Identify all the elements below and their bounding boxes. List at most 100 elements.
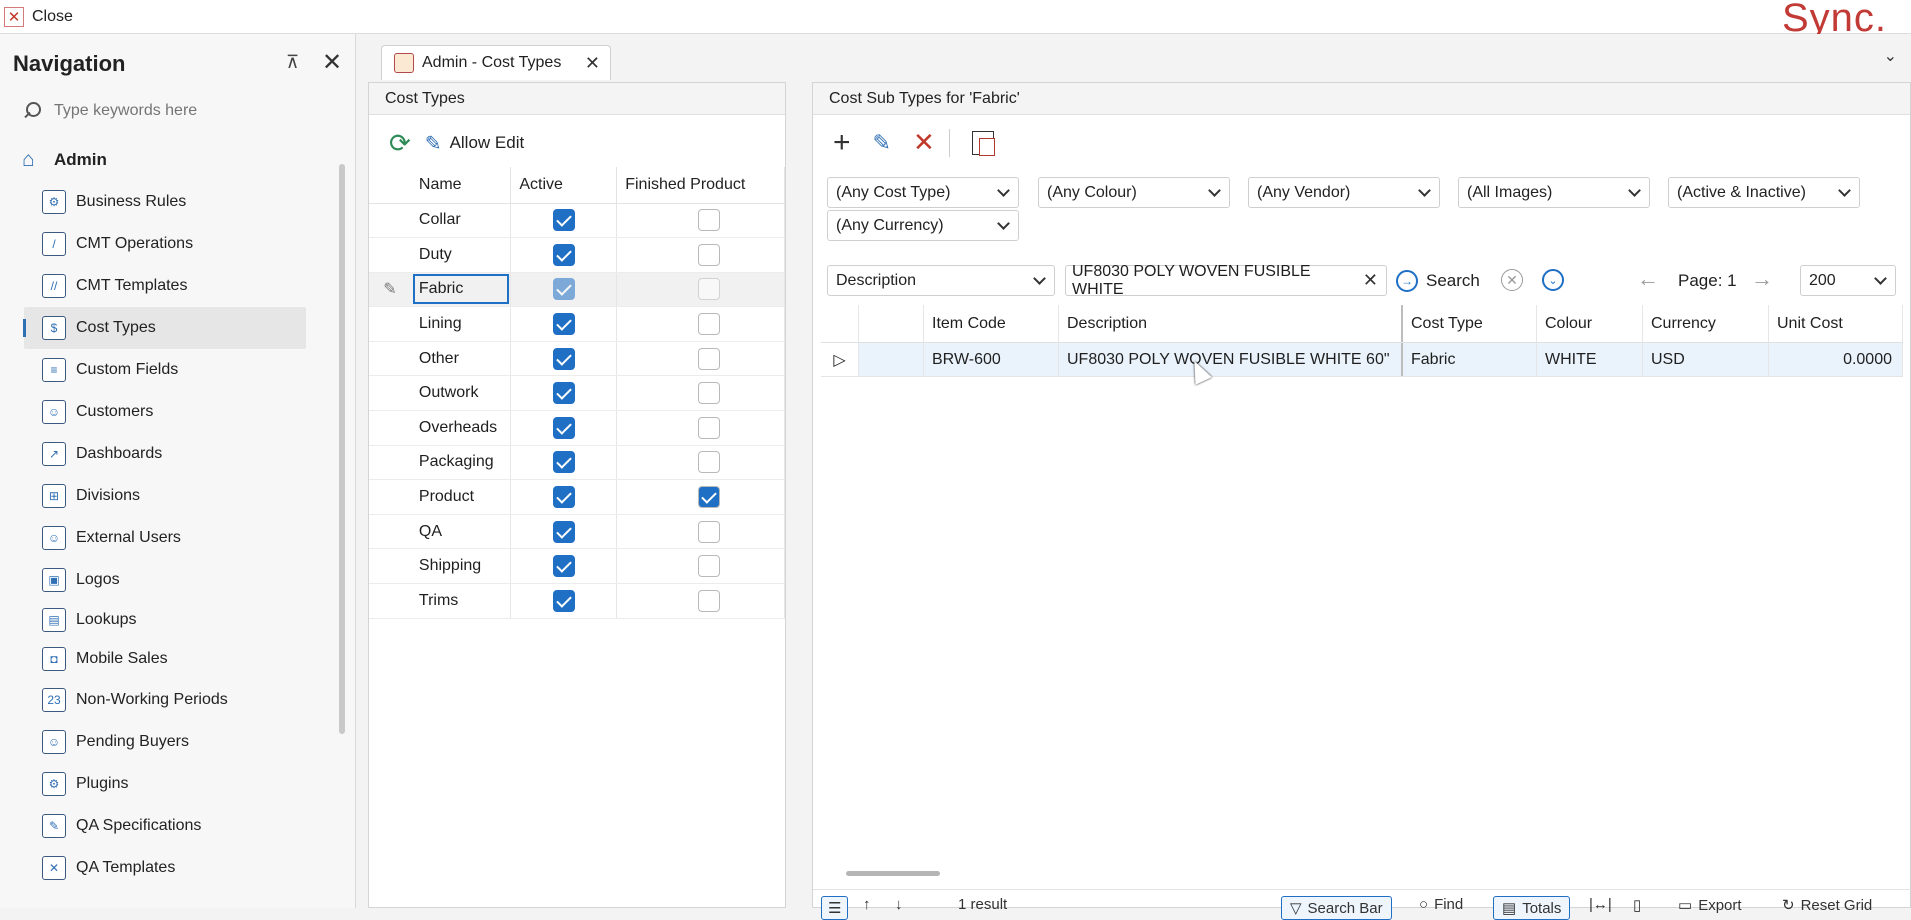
list-view-icon[interactable]: ☰: [821, 896, 849, 920]
clear-filters-icon[interactable]: ✕: [1501, 269, 1523, 291]
nav-search[interactable]: [22, 97, 342, 125]
pin-icon[interactable]: ⊼: [286, 52, 299, 73]
nav-item-cmt-templates[interactable]: // CMT Templates: [0, 265, 340, 307]
totals-button[interactable]: ▤ Totals: [1493, 896, 1571, 920]
tab-admin-cost-types[interactable]: Admin - Cost Types ✕: [381, 45, 611, 80]
active-checkbox[interactable]: [553, 486, 576, 509]
nav-item-customers[interactable]: ☺ Customers: [0, 391, 340, 433]
move-down-icon[interactable]: ↓: [895, 896, 903, 913]
active-checkbox[interactable]: [553, 243, 576, 266]
active-checkbox[interactable]: [553, 382, 576, 405]
finished-product-checkbox[interactable]: [698, 589, 721, 612]
cell-name[interactable]: Overheads: [410, 410, 512, 446]
active-checkbox[interactable]: [553, 313, 576, 336]
column-header-item-code[interactable]: Item Code: [924, 305, 1059, 342]
nav-item-divisions[interactable]: ⊞ Divisions: [0, 475, 340, 517]
nav-item-cmt-operations[interactable]: / CMT Operations: [0, 223, 340, 265]
column-header-colour[interactable]: Colour: [1537, 305, 1643, 342]
search-field-select[interactable]: Description: [827, 265, 1055, 296]
page-size-select[interactable]: 200: [1800, 265, 1896, 296]
fit-columns-icon[interactable]: |↔|: [1589, 896, 1612, 913]
cell-name[interactable]: QA: [410, 514, 512, 550]
table-row[interactable]: Outwork: [369, 375, 785, 412]
table-row[interactable]: Shipping: [369, 548, 785, 585]
expand-filters-icon[interactable]: ⌄: [1542, 269, 1564, 291]
finished-product-checkbox[interactable]: [698, 451, 721, 474]
delete-icon[interactable]: ✕: [913, 127, 935, 158]
cell-name[interactable]: Other: [410, 341, 512, 377]
active-checkbox[interactable]: [553, 416, 576, 439]
nav-item-pending-buyers[interactable]: ☺ Pending Buyers: [0, 721, 340, 763]
cell-name[interactable]: Outwork: [410, 375, 512, 412]
active-checkbox[interactable]: [553, 347, 576, 370]
next-page-icon[interactable]: →: [1751, 266, 1773, 292]
cell-name[interactable]: Duty: [410, 237, 512, 273]
nav-item-plugins[interactable]: ⚙ Plugins: [0, 763, 340, 805]
column-header-description[interactable]: Description: [1059, 305, 1403, 342]
table-row[interactable]: Overheads: [369, 410, 785, 446]
refresh-icon[interactable]: ⟳: [389, 128, 411, 159]
edit-icon[interactable]: ✎: [873, 130, 891, 156]
active-checkbox[interactable]: [553, 589, 576, 612]
active-checkbox[interactable]: [553, 278, 576, 301]
search-input[interactable]: UF8030 POLY WOVEN FUSIBLE WHITE ✕: [1065, 263, 1387, 298]
nav-item-cost-types[interactable]: $ Cost Types: [23, 307, 306, 349]
column-header-name[interactable]: Name: [410, 167, 512, 204]
vendor-filter[interactable]: (Any Vendor): [1248, 177, 1440, 208]
table-row[interactable]: Trims: [369, 583, 785, 619]
finished-product-checkbox[interactable]: [698, 347, 721, 370]
nav-item-external-users[interactable]: ☺ External Users: [0, 517, 340, 559]
finished-product-checkbox[interactable]: [698, 555, 721, 578]
table-row[interactable]: Collar: [369, 203, 785, 239]
cell-name[interactable]: Packaging: [410, 445, 512, 481]
nav-item-qa-specifications[interactable]: ✎ QA Specifications: [0, 805, 340, 847]
finished-product-checkbox[interactable]: [698, 278, 721, 301]
colour-filter[interactable]: (Any Colour): [1038, 177, 1230, 208]
cell-name[interactable]: Collar: [410, 203, 512, 239]
table-row[interactable]: ✎ Fabric: [369, 272, 785, 308]
finished-product-checkbox[interactable]: [698, 382, 721, 405]
column-header-active[interactable]: Active: [510, 167, 618, 204]
add-icon[interactable]: +: [833, 127, 851, 157]
column-header-unit-cost[interactable]: Unit Cost: [1769, 305, 1903, 342]
clear-search-icon[interactable]: ✕: [1363, 270, 1378, 291]
reset-grid-button[interactable]: ↻ Reset Grid: [1782, 896, 1872, 915]
table-row[interactable]: ▷ BRW-600 UF8030 POLY WOVEN FUSIBLE WHIT…: [821, 343, 1903, 377]
finished-product-checkbox[interactable]: [698, 486, 721, 509]
tab-close-icon[interactable]: ✕: [585, 53, 600, 74]
close-button[interactable]: ✕ Close: [4, 6, 73, 28]
finished-product-checkbox[interactable]: [698, 520, 721, 543]
chevron-down-icon[interactable]: ⌄: [1884, 46, 1897, 66]
expand-row-icon[interactable]: ▷: [821, 343, 859, 376]
document-icon[interactable]: ▯: [1633, 896, 1641, 914]
table-row[interactable]: Product: [369, 479, 785, 515]
allow-edit-button[interactable]: ✎ Allow Edit: [425, 131, 524, 156]
cost-type-filter[interactable]: (Any Cost Type): [827, 177, 1019, 208]
cell-name[interactable]: Product: [410, 479, 512, 515]
horizontal-scrollbar[interactable]: [846, 871, 940, 876]
finished-product-checkbox[interactable]: [698, 243, 721, 266]
active-checkbox[interactable]: [553, 209, 576, 232]
currency-filter[interactable]: (Any Currency): [827, 210, 1019, 241]
table-row[interactable]: Lining: [369, 306, 785, 342]
nav-item-non-working-periods[interactable]: 23 Non-Working Periods: [0, 679, 340, 721]
finished-product-checkbox[interactable]: [698, 313, 721, 336]
search-bar-button[interactable]: ▽ Search Bar: [1281, 896, 1392, 920]
column-header-currency[interactable]: Currency: [1643, 305, 1769, 342]
cell-name[interactable]: Shipping: [410, 548, 512, 585]
active-checkbox[interactable]: [553, 451, 576, 474]
cell-name[interactable]: Fabric: [410, 272, 512, 308]
nav-search-input[interactable]: [54, 102, 314, 120]
find-button[interactable]: ○ Find: [1419, 896, 1463, 913]
active-checkbox[interactable]: [553, 555, 576, 578]
column-header-cost-type[interactable]: Cost Type: [1403, 305, 1537, 342]
finished-product-checkbox[interactable]: [698, 416, 721, 439]
nav-item-mobile-sales[interactable]: ◘ Mobile Sales: [0, 639, 340, 679]
row-selector[interactable]: [859, 343, 924, 376]
finished-product-checkbox[interactable]: [698, 209, 721, 232]
nav-item-business-rules[interactable]: ⚙ Business Rules: [0, 181, 340, 223]
nav-item-custom-fields[interactable]: ≡ Custom Fields: [0, 349, 340, 391]
cell-name[interactable]: Trims: [410, 583, 512, 619]
table-row[interactable]: Other: [369, 341, 785, 377]
active-checkbox[interactable]: [553, 520, 576, 543]
